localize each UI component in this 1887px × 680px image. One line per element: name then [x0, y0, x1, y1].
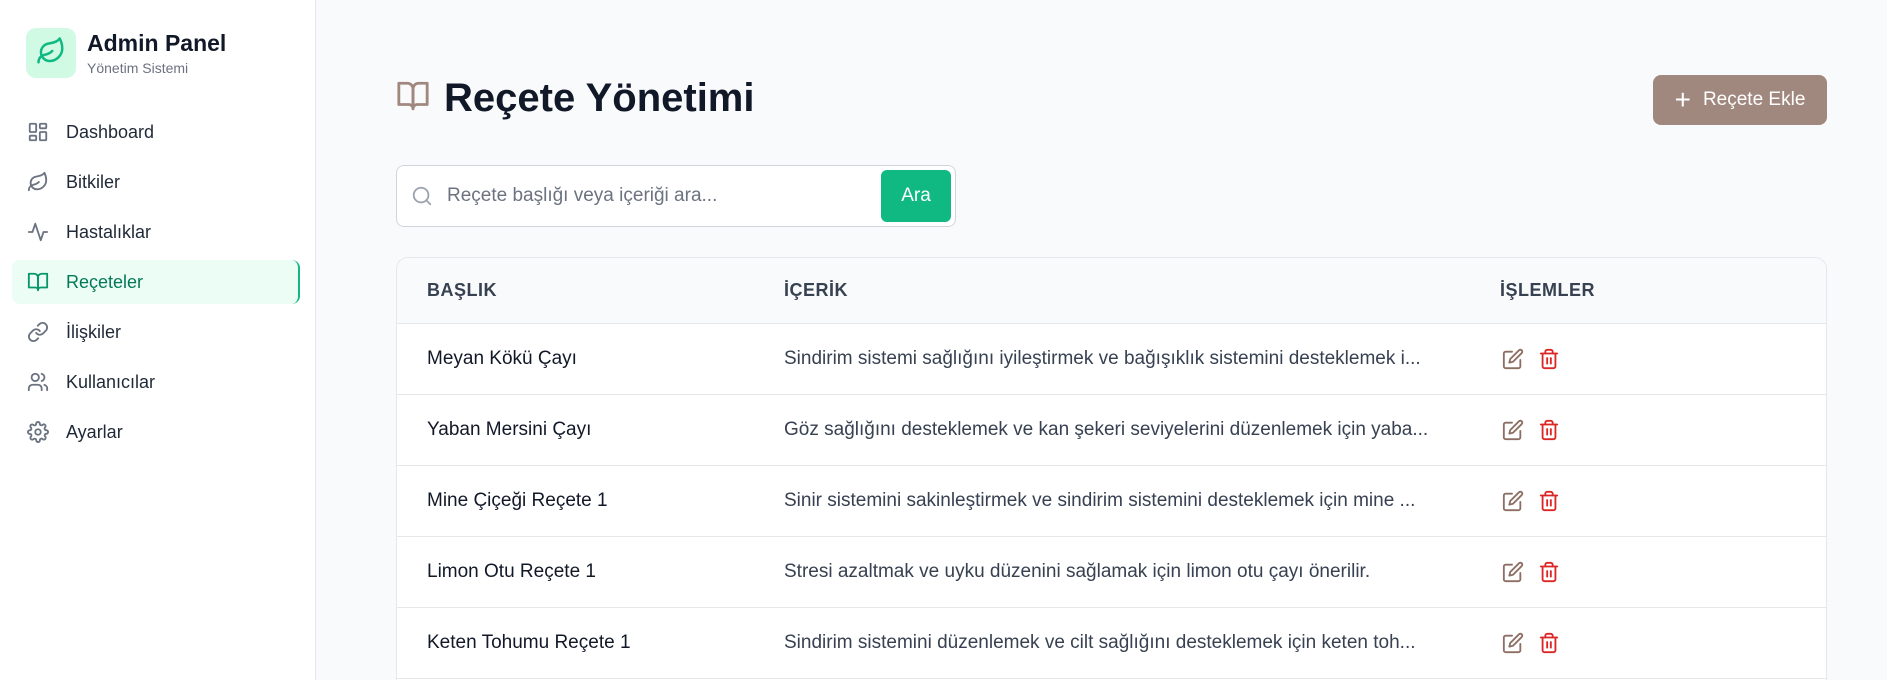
edit-icon[interactable]	[1500, 346, 1526, 372]
edit-icon[interactable]	[1500, 417, 1526, 443]
brand-subtitle: Yönetim Sistemi	[87, 59, 189, 76]
sidebar-item-label: İlişkiler	[66, 321, 122, 342]
table-row: Keten Tohumu Reçete 1 Sindirim sistemini…	[397, 608, 1826, 679]
column-header-actions: İŞLEMLER	[1500, 280, 1596, 300]
sidebar-item-hastaliklar[interactable]: Hastalıklar	[12, 210, 300, 254]
row-actions	[1500, 488, 1572, 514]
column-header-content: İÇERİK	[784, 280, 849, 300]
table-row: Mine Çiçeği Reçete 1 Sinir sistemini sak…	[397, 466, 1826, 537]
sidebar-item-kullanicilar[interactable]: Kullanıcılar	[12, 360, 300, 404]
brand-logo	[26, 28, 76, 78]
sidebar-item-label: Dashboard	[66, 121, 155, 142]
leaf-icon	[26, 170, 50, 194]
table-header: BAŞLIK İÇERİK İŞLEMLER	[397, 258, 1826, 324]
sidebar-item-ayarlar[interactable]: Ayarlar	[12, 410, 300, 454]
recipe-title: Mine Çiçeği Reçete 1	[427, 490, 608, 511]
row-actions	[1500, 346, 1572, 372]
brand-title: Admin Panel	[87, 30, 227, 57]
recipe-content: Stresi azaltmak ve uyku düzenini sağlama…	[784, 561, 1371, 582]
recipe-title: Yaban Mersini Çayı	[427, 419, 592, 440]
dashboard-icon	[26, 120, 50, 144]
sidebar-item-receteler[interactable]: Reçeteler	[12, 260, 300, 304]
trash-icon[interactable]	[1536, 488, 1562, 514]
recipe-content: Sindirim sistemini düzenlemek ve cilt sa…	[784, 632, 1416, 653]
activity-icon	[26, 220, 50, 244]
add-recipe-label: Reçete Ekle	[1702, 89, 1806, 110]
edit-icon[interactable]	[1500, 630, 1526, 656]
edit-icon[interactable]	[1500, 488, 1526, 514]
link-icon	[26, 320, 50, 344]
sidebar-item-bitkiler[interactable]: Bitkiler	[12, 160, 300, 204]
trash-icon[interactable]	[1536, 630, 1562, 656]
search-bar: Ara	[396, 165, 956, 227]
trash-icon[interactable]	[1536, 417, 1562, 443]
recipe-content: Göz sağlığını desteklemek ve kan şekeri …	[784, 419, 1429, 440]
trash-icon[interactable]	[1536, 559, 1562, 585]
trash-icon[interactable]	[1536, 346, 1562, 372]
sidebar: Admin Panel Yönetim Sistemi Dashboard Bi…	[0, 0, 316, 680]
search-input[interactable]	[447, 185, 867, 207]
sidebar-item-iliskiler[interactable]: İlişkiler	[12, 310, 300, 354]
sidebar-item-label: Bitkiler	[66, 171, 121, 192]
row-actions	[1500, 417, 1572, 443]
page-title: Reçete Yönetimi	[444, 76, 755, 120]
search-icon	[411, 184, 435, 208]
sidebar-item-label: Ayarlar	[66, 421, 123, 442]
page-header: Reçete Yönetimi	[396, 76, 755, 121]
row-actions	[1500, 630, 1572, 656]
brand: Admin Panel Yönetim Sistemi	[26, 28, 226, 78]
sidebar-item-dashboard[interactable]: Dashboard	[12, 110, 300, 154]
main-content: Reçete Yönetimi + Reçete Ekle Ara BAŞLIK…	[316, 0, 1887, 680]
book-icon	[396, 79, 430, 118]
recipes-table: BAŞLIK İÇERİK İŞLEMLER Meyan Kökü Çayı S…	[396, 257, 1827, 680]
sidebar-item-label: Reçeteler	[66, 271, 144, 292]
gear-icon	[26, 420, 50, 444]
add-recipe-button[interactable]: + Reçete Ekle	[1653, 75, 1827, 125]
sidebar-nav: Dashboard Bitkiler Hastalıklar Reçeteler…	[12, 110, 300, 460]
recipe-title: Limon Otu Reçete 1	[427, 561, 596, 582]
plus-icon: +	[1674, 84, 1691, 115]
recipe-content: Sindirim sistemi sağlığını iyileştirmek …	[784, 348, 1421, 369]
search-button[interactable]: Ara	[881, 170, 951, 222]
row-actions	[1500, 559, 1572, 585]
recipe-content: Sinir sistemini sakinleştirmek ve sindir…	[784, 490, 1416, 511]
sidebar-item-label: Kullanıcılar	[66, 371, 156, 392]
column-header-title: BAŞLIK	[427, 280, 497, 300]
sidebar-item-label: Hastalıklar	[66, 221, 152, 242]
edit-icon[interactable]	[1500, 559, 1526, 585]
recipe-title: Keten Tohumu Reçete 1	[427, 632, 631, 653]
users-icon	[26, 370, 50, 394]
leaf-icon	[36, 36, 66, 71]
recipe-title: Meyan Kökü Çayı	[427, 348, 577, 369]
table-row: Yaban Mersini Çayı Göz sağlığını destekl…	[397, 395, 1826, 466]
table-row: Limon Otu Reçete 1 Stresi azaltmak ve uy…	[397, 537, 1826, 608]
book-icon	[26, 270, 50, 294]
table-row: Meyan Kökü Çayı Sindirim sistemi sağlığı…	[397, 324, 1826, 395]
